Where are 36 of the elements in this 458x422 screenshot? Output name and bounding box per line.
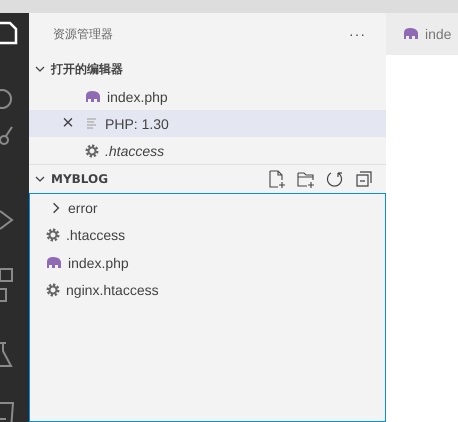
- gear-icon: [46, 228, 60, 242]
- file-name: nginx.htaccess: [66, 282, 159, 298]
- more-actions-button[interactable]: ···: [349, 26, 366, 42]
- search-icon[interactable]: [0, 88, 14, 110]
- open-editor-item[interactable]: index.php: [29, 83, 386, 110]
- panel-icon[interactable]: [0, 401, 14, 422]
- tree-item[interactable]: index.php: [30, 249, 385, 276]
- section-header[interactable]: 打开的编辑器: [29, 55, 386, 83]
- elephant-icon: [46, 256, 62, 269]
- section-header[interactable]: MYBLOG: [29, 164, 386, 193]
- flask-icon[interactable]: [0, 341, 14, 369]
- elephant-icon: [85, 90, 101, 102]
- tree-item[interactable]: nginx.htaccess: [30, 276, 385, 304]
- file-name: index.php: [68, 254, 129, 271]
- close-icon[interactable]: ×: [62, 112, 74, 135]
- file-name: .htaccess: [66, 227, 126, 244]
- file-name: error: [68, 200, 98, 216]
- file-name: .htaccess: [105, 142, 164, 158]
- gear-icon: [85, 144, 99, 158]
- new-file-icon[interactable]: [267, 169, 287, 189]
- tree-item[interactable]: .htaccess: [30, 222, 385, 249]
- open-editor-item[interactable]: × PHP: 1.30: [29, 110, 386, 137]
- section-title: 打开的编辑器: [51, 60, 123, 78]
- editor-tab[interactable]: inde: [386, 13, 458, 55]
- open-editor-item[interactable]: .htaccess: [29, 137, 386, 164]
- source-control-icon[interactable]: [0, 125, 14, 147]
- file-name: index.php: [107, 88, 168, 104]
- explorer-title: 资源管理器: [53, 26, 114, 42]
- elephant-icon: [403, 28, 419, 40]
- text-file-icon: [85, 116, 99, 130]
- run-icon[interactable]: [0, 209, 14, 231]
- file-name: PHP: 1.30: [105, 116, 169, 132]
- tree-item[interactable]: error: [30, 194, 385, 222]
- gear-icon: [46, 283, 60, 298]
- folder-title: MYBLOG: [51, 172, 110, 186]
- collapse-all-icon[interactable]: [354, 169, 374, 189]
